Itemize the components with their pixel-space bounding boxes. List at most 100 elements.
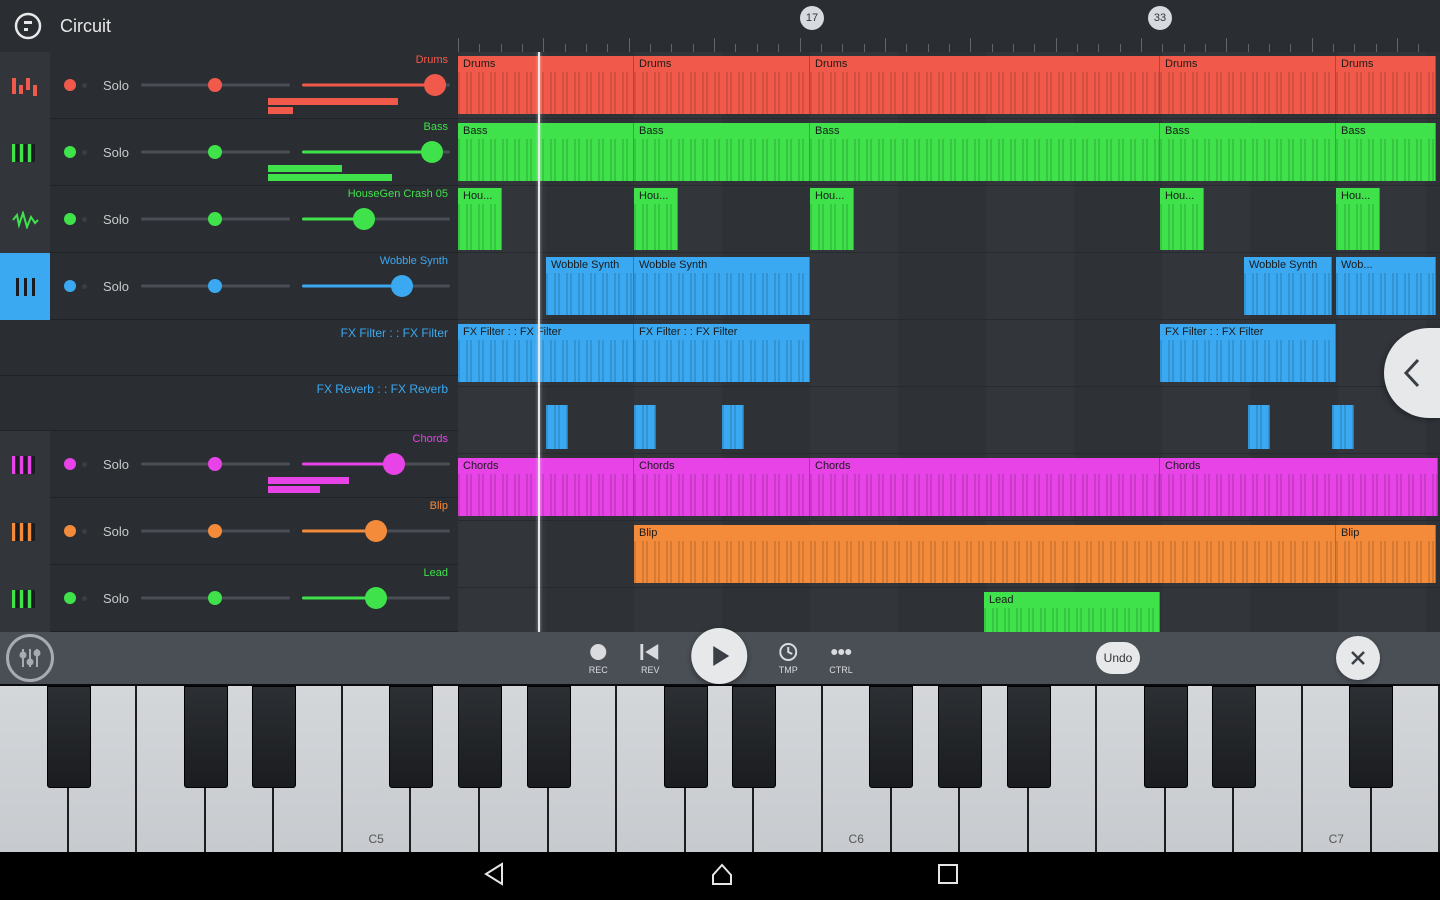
mute-pin[interactable] [82, 284, 87, 289]
mute-pin[interactable] [82, 529, 87, 534]
clip[interactable] [722, 405, 744, 449]
track-icon[interactable] [0, 498, 50, 565]
ctrl-button[interactable]: CTRL [829, 641, 853, 675]
clip[interactable]: Blip [634, 525, 1336, 583]
nav-home-icon[interactable] [708, 860, 736, 893]
playlist-lane[interactable]: ChordsChordsChordsChords [458, 454, 1440, 521]
track-icon[interactable] [0, 253, 50, 320]
playhead[interactable] [538, 52, 540, 632]
clip[interactable]: Bass [810, 123, 1160, 181]
playlist-lane[interactable]: BassBassBassBassBass [458, 119, 1440, 186]
solo-button[interactable]: Solo [103, 78, 129, 93]
clip[interactable]: Chords [458, 458, 634, 516]
timeline-marker[interactable]: 33 [1148, 6, 1172, 30]
clip[interactable]: Bass [1160, 123, 1336, 181]
rewind-button[interactable]: REV [639, 641, 661, 675]
track-icon[interactable] [0, 565, 50, 632]
clip[interactable]: Hou... [634, 188, 678, 250]
black-key[interactable] [869, 686, 913, 788]
black-key[interactable] [938, 686, 982, 788]
tempo-button[interactable]: TMP [777, 641, 799, 675]
mute-toggle[interactable] [64, 79, 76, 91]
nav-back-icon[interactable] [480, 860, 508, 893]
clip[interactable]: Chords [810, 458, 1160, 516]
black-key[interactable] [184, 686, 228, 788]
record-button[interactable]: REC [587, 641, 609, 675]
play-button[interactable] [691, 628, 747, 684]
solo-button[interactable]: Solo [103, 524, 129, 539]
clip[interactable]: Bass [458, 123, 634, 181]
clip[interactable]: Chords [1160, 458, 1438, 516]
mute-toggle[interactable] [64, 525, 76, 537]
clip[interactable]: FX Filter : : FX Filter [634, 324, 810, 382]
clip[interactable]: Drums [1336, 56, 1436, 114]
menu-icon[interactable] [0, 0, 56, 52]
track-icon[interactable] [0, 186, 50, 253]
clip[interactable]: Lead [984, 592, 1160, 632]
close-button[interactable] [1336, 636, 1380, 680]
clip[interactable]: Drums [1160, 56, 1336, 114]
clip[interactable]: Hou... [1160, 188, 1204, 250]
clip[interactable] [1332, 405, 1354, 449]
mute-toggle[interactable] [64, 592, 76, 604]
black-key[interactable] [527, 686, 571, 788]
solo-button[interactable]: Solo [103, 279, 129, 294]
track-icon[interactable] [0, 431, 50, 498]
track-row[interactable]: Solo Wobble Synth [0, 253, 458, 320]
mute-pin[interactable] [82, 217, 87, 222]
track-row[interactable]: Solo Bass [0, 119, 458, 186]
mixer-button[interactable] [6, 634, 54, 682]
clip[interactable]: Wobble Synth [1244, 257, 1332, 315]
clip[interactable]: Hou... [810, 188, 854, 250]
nav-recent-icon[interactable] [936, 862, 960, 891]
playlist-lane[interactable]: FX Filter : : FX Filter FX Filter : : FX … [458, 320, 1440, 387]
black-key[interactable] [47, 686, 91, 788]
mute-toggle[interactable] [64, 146, 76, 158]
clip[interactable]: Chords [634, 458, 810, 516]
playlist-lane[interactable]: BlipBlip [458, 521, 1440, 588]
clip[interactable]: Wob... [1336, 257, 1436, 315]
black-key[interactable] [1212, 686, 1256, 788]
mute-pin[interactable] [82, 150, 87, 155]
track-row[interactable]: Solo Blip [0, 498, 458, 565]
clip[interactable] [546, 405, 568, 449]
playlist-lane[interactable]: DrumsDrumsDrumsDrumsDrums [458, 52, 1440, 119]
black-key[interactable] [1144, 686, 1188, 788]
track-row[interactable]: Solo Drums [0, 52, 458, 119]
undo-button[interactable]: Undo [1096, 642, 1140, 674]
track-row[interactable]: Solo Lead [0, 565, 458, 632]
clip[interactable] [1248, 405, 1270, 449]
playlist-lane[interactable] [458, 387, 1440, 454]
black-key[interactable] [458, 686, 502, 788]
clip[interactable]: Bass [1336, 123, 1436, 181]
timeline-ruler[interactable] [458, 0, 1440, 52]
clip[interactable] [634, 405, 656, 449]
black-key[interactable] [664, 686, 708, 788]
track-icon[interactable] [0, 52, 50, 119]
clip[interactable]: Drums [458, 56, 634, 114]
clip[interactable]: Blip [1336, 525, 1436, 583]
solo-button[interactable]: Solo [103, 145, 129, 160]
black-key[interactable] [389, 686, 433, 788]
mute-pin[interactable] [82, 83, 87, 88]
black-key[interactable] [1007, 686, 1051, 788]
track-icon[interactable] [0, 119, 50, 186]
playlist-lane[interactable]: Lead [458, 588, 1440, 632]
fx-track-row[interactable]: FX Reverb : : FX Reverb [0, 376, 458, 432]
mute-pin[interactable] [82, 462, 87, 467]
piano-keyboard[interactable]: C5C6C7 [0, 684, 1440, 852]
track-row[interactable]: Solo HouseGen Crash 05 [0, 186, 458, 253]
playlist-lane[interactable]: Hou... Hou... Hou... Hou... Hou... [458, 186, 1440, 253]
clip[interactable]: FX Filter : : FX Filter [1160, 324, 1336, 382]
clip[interactable]: Hou... [458, 188, 502, 250]
solo-button[interactable]: Solo [103, 457, 129, 472]
mute-toggle[interactable] [64, 213, 76, 225]
clip[interactable]: Hou... [1336, 188, 1380, 250]
solo-button[interactable]: Solo [103, 591, 129, 606]
mute-toggle[interactable] [64, 458, 76, 470]
black-key[interactable] [1349, 686, 1393, 788]
black-key[interactable] [252, 686, 296, 788]
mute-toggle[interactable] [64, 280, 76, 292]
mute-pin[interactable] [82, 596, 87, 601]
timeline-marker[interactable]: 17 [800, 6, 824, 30]
